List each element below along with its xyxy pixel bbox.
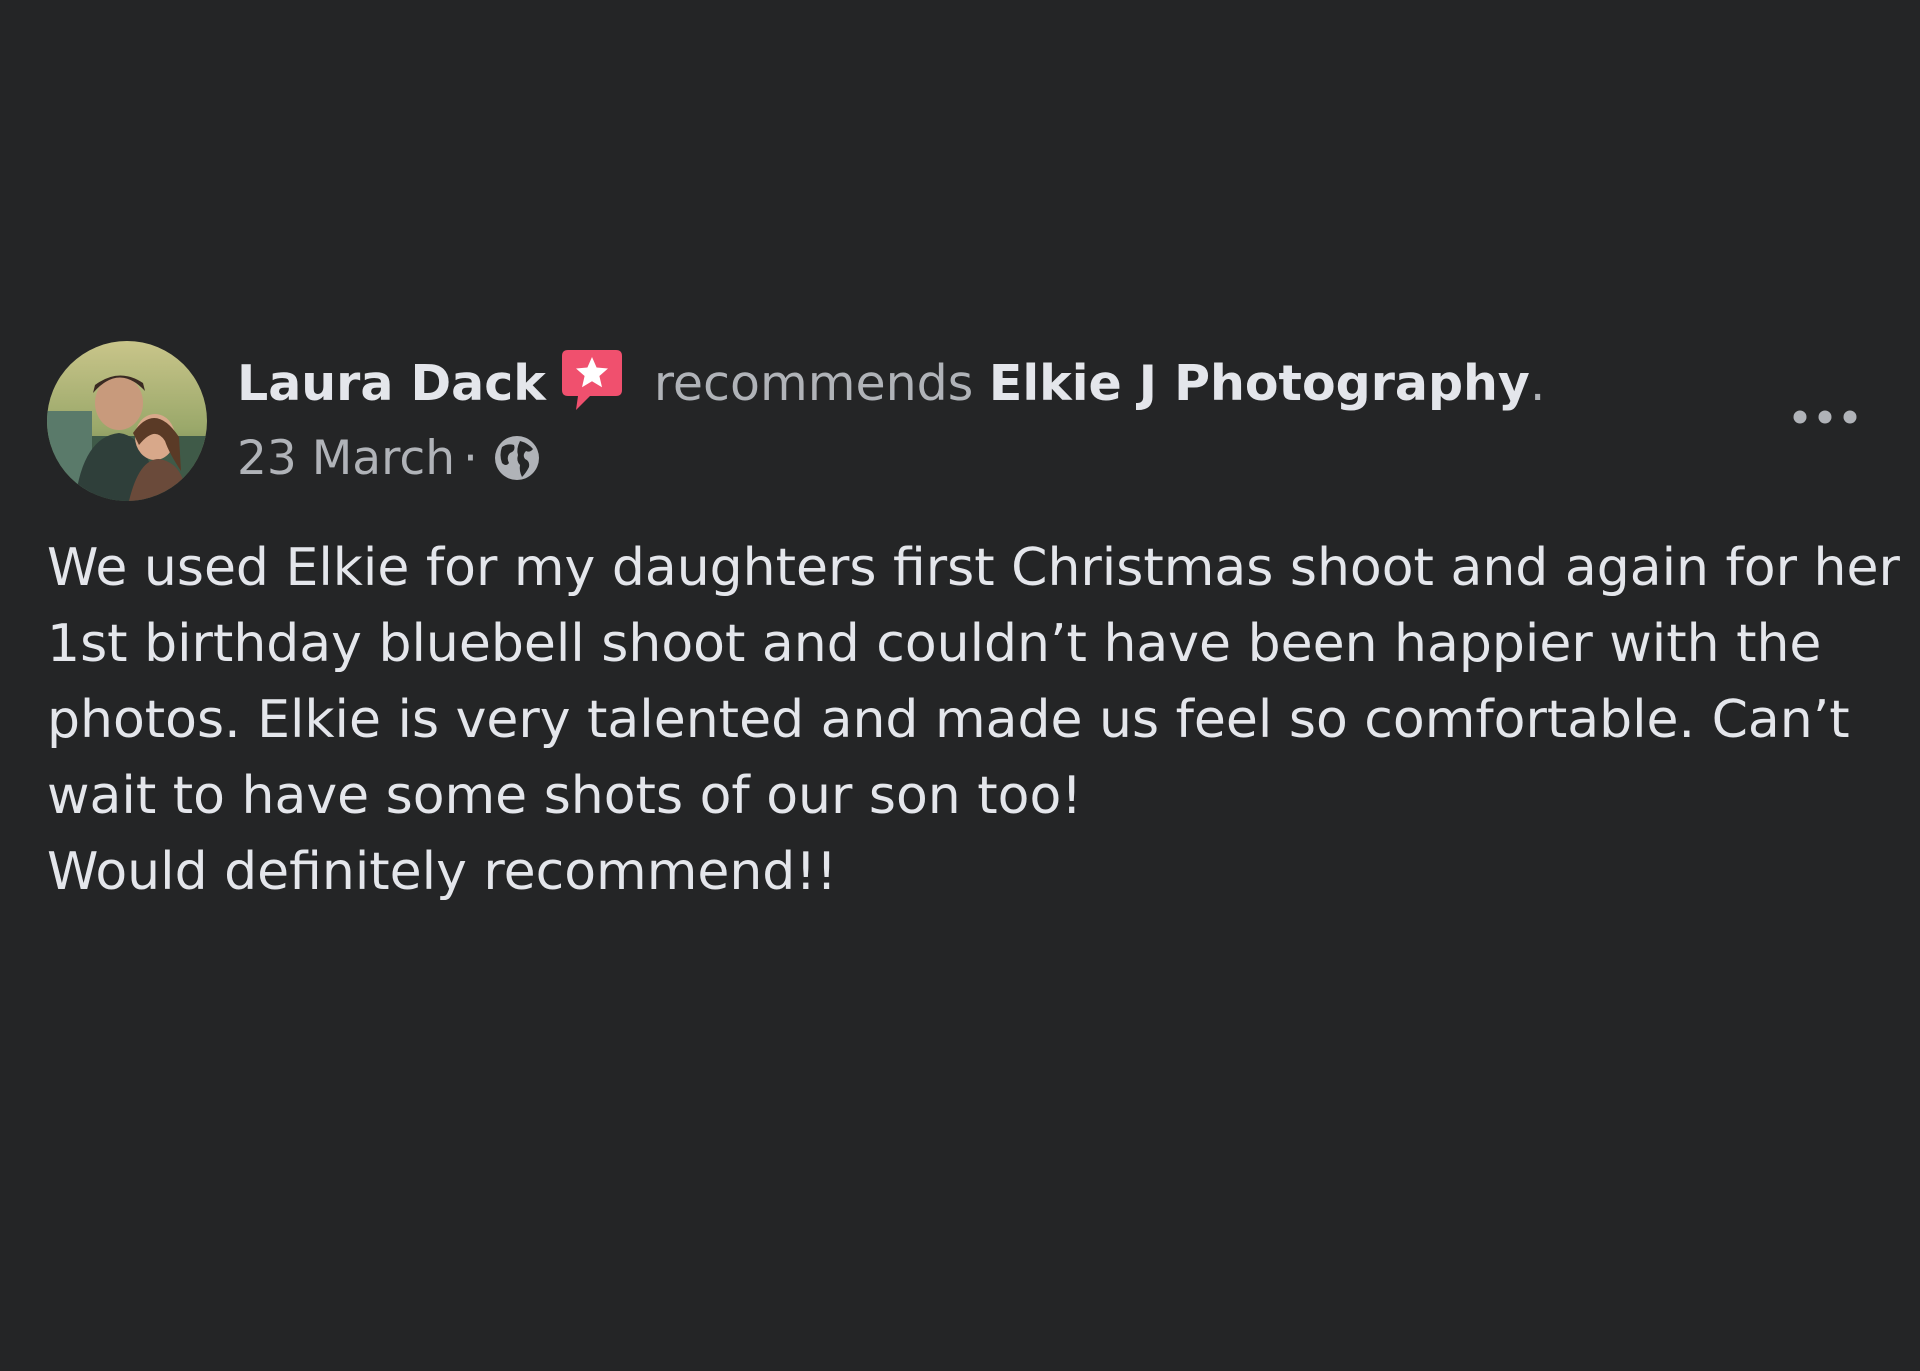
post-body-text: We used Elkie for my daughters first Chr… — [47, 530, 1907, 910]
post-meta: 23 March · — [237, 430, 542, 488]
post-header: Laura Dack recommends Elkie J Photograph… — [237, 348, 1545, 416]
recommended-page-link[interactable]: Elkie J Photography — [989, 355, 1530, 412]
author-avatar[interactable] — [47, 341, 207, 501]
more-options-button[interactable] — [1788, 400, 1862, 434]
post-date-link[interactable]: 23 March — [237, 431, 455, 486]
post-text-line: photos. Elkie is very talented and made … — [47, 690, 1850, 750]
avatar-photo — [47, 341, 207, 501]
recommendation-post: Laura Dack recommends Elkie J Photograph… — [0, 0, 1920, 1371]
post-text-line: wait to have some shots of our son too! — [47, 766, 1083, 826]
ellipsis-icon — [1793, 410, 1857, 424]
post-text-line: We used Elkie for my daughters first Chr… — [47, 538, 1900, 598]
header-period: . — [1529, 355, 1546, 412]
globe-icon[interactable] — [492, 433, 542, 483]
author-name-link[interactable]: Laura Dack — [237, 355, 546, 412]
post-text-line: Would definitely recommend!! — [47, 842, 838, 902]
meta-separator: · — [463, 431, 478, 486]
post-text-line: 1st birthday bluebell shoot and couldn’t… — [47, 614, 1822, 674]
recommends-verb: recommends — [653, 355, 974, 412]
top-fan-star-badge-icon — [560, 348, 624, 414]
